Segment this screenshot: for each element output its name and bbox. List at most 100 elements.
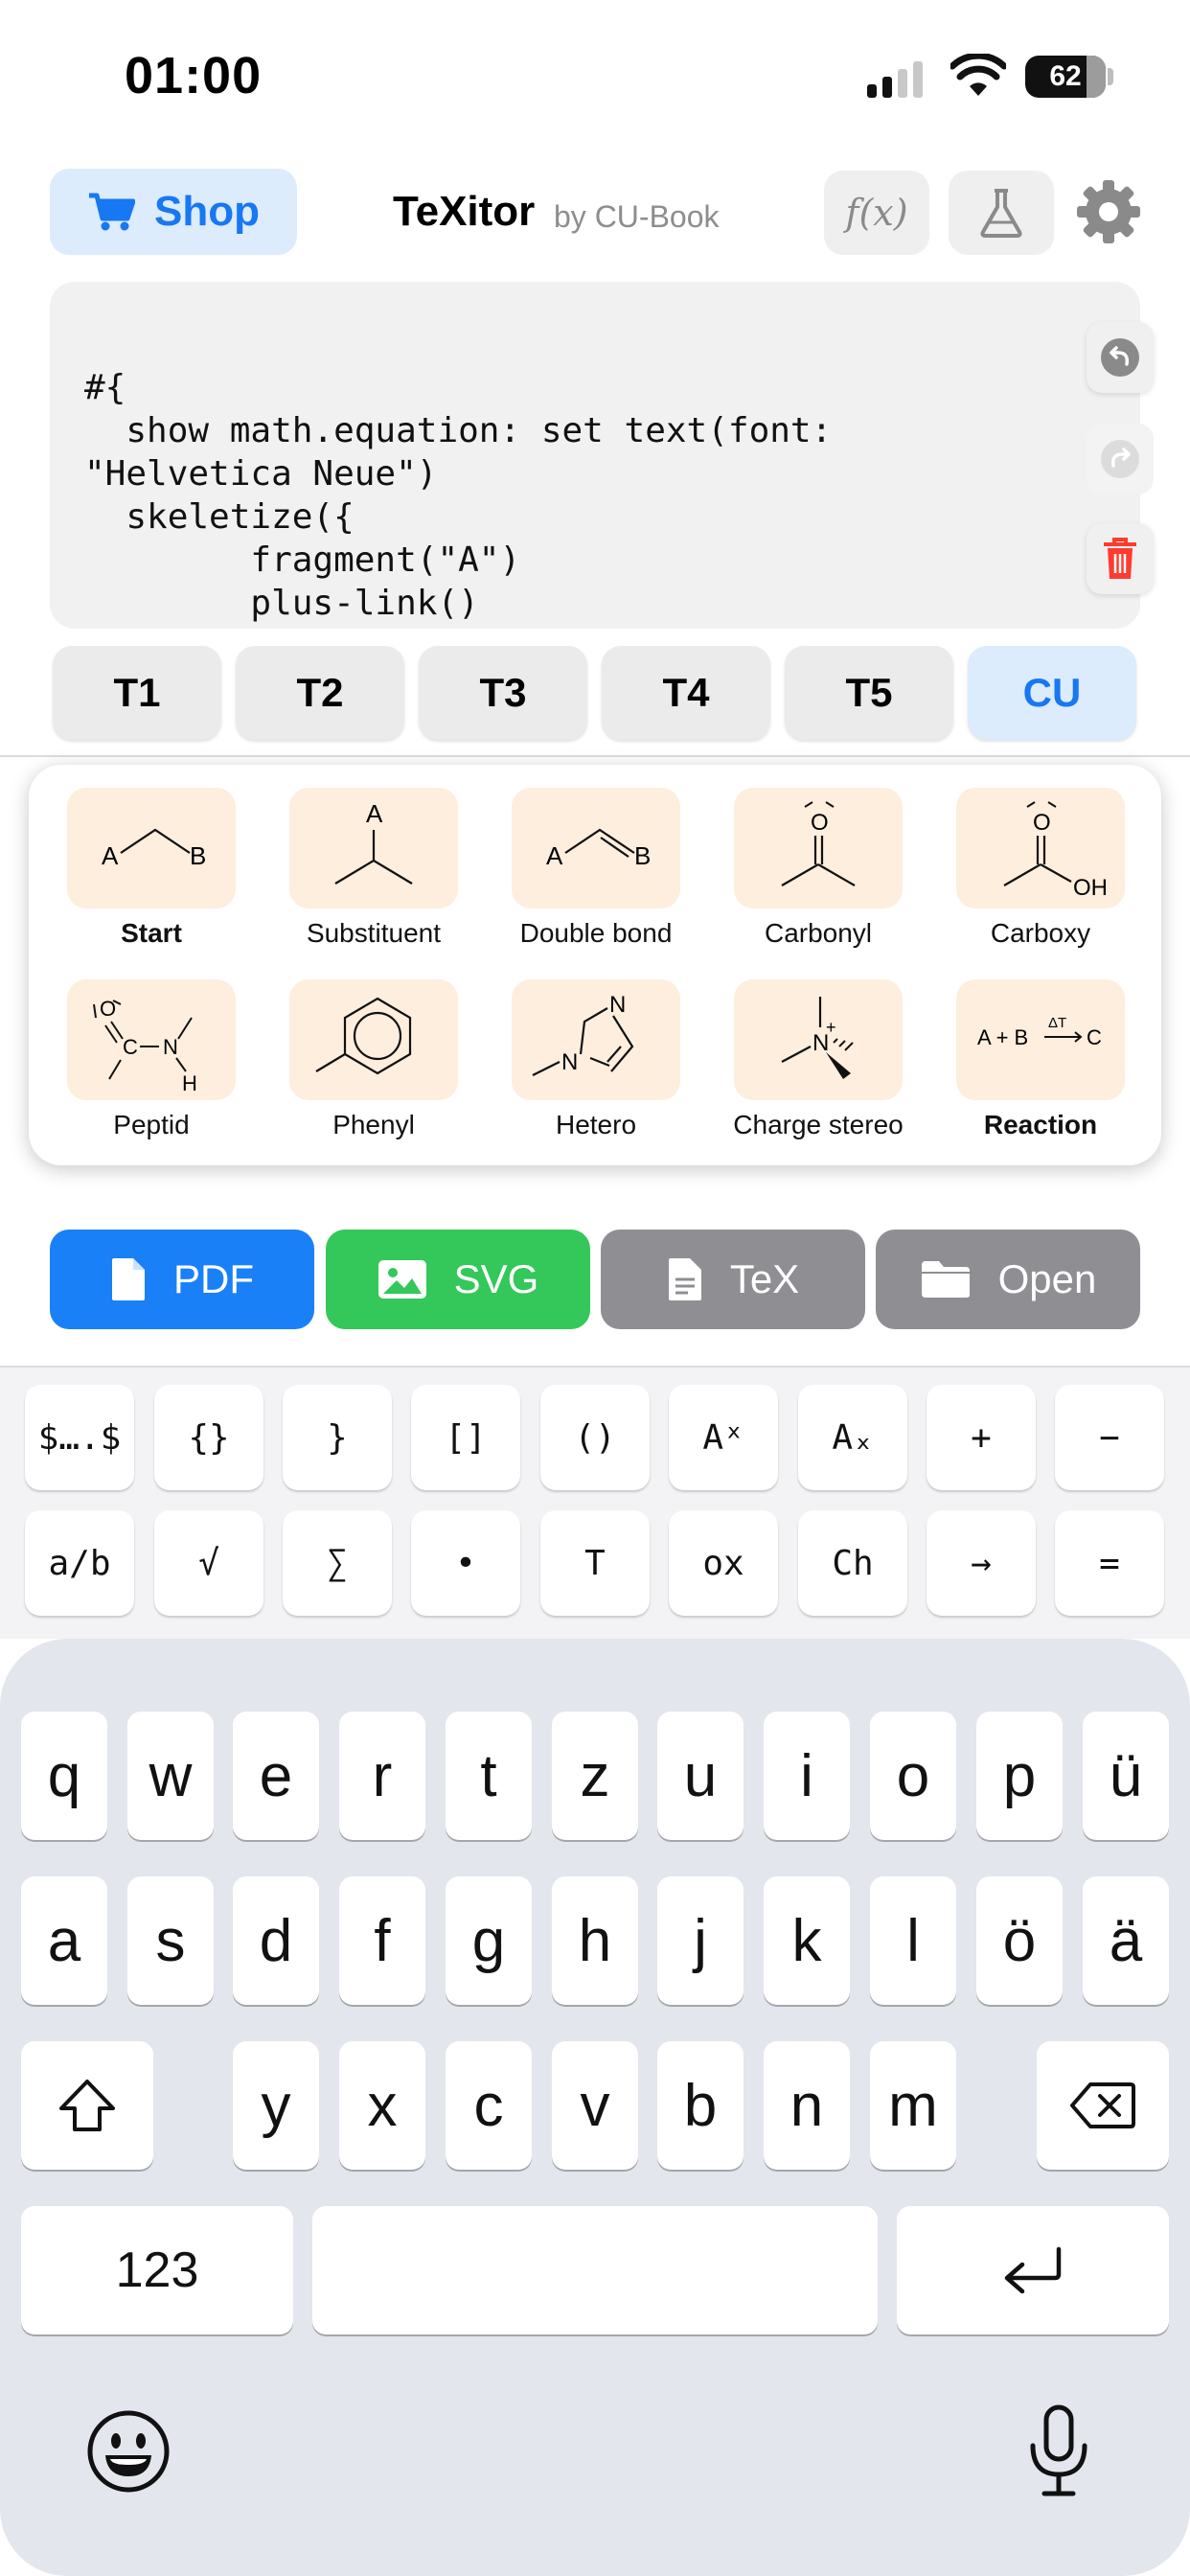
export-svg-button[interactable]: SVG <box>326 1230 590 1329</box>
carbonyl-icon: O <box>781 801 856 886</box>
delete-key[interactable] <box>1037 2041 1169 2170</box>
key-u-umlaut[interactable]: ü <box>1083 1712 1169 1840</box>
symbol-key[interactable]: Ch <box>798 1510 907 1616</box>
svg-text:C: C <box>123 1035 138 1059</box>
key-p[interactable]: p <box>976 1712 1063 1840</box>
symbol-key[interactable]: ∑ <box>283 1510 392 1616</box>
symbol-key[interactable]: • <box>411 1510 520 1616</box>
snippet-popup: A B Start A Substituent A B Double bond … <box>29 765 1161 1165</box>
snippet-charge-stereo[interactable]: N + <box>734 979 903 1100</box>
app-subtitle: by CU-Book <box>554 199 720 234</box>
key-s[interactable]: s <box>127 1876 214 2005</box>
tab-cu[interactable]: CU <box>968 646 1136 740</box>
snippet-hetero[interactable]: N N <box>512 979 680 1100</box>
symbol-key[interactable]: √ <box>154 1510 263 1616</box>
return-icon <box>1004 2246 1062 2294</box>
snippet-carboxy[interactable]: O OH <box>956 788 1125 908</box>
tab-t4[interactable]: T4 <box>602 646 770 740</box>
tab-t5[interactable]: T5 <box>785 646 953 740</box>
imidazole-icon: N N <box>532 992 634 1076</box>
code-text[interactable]: #{ show math.equation: set text(font: "He… <box>84 366 832 625</box>
symbol-key[interactable]: T <box>540 1510 650 1616</box>
snippet-carbonyl[interactable]: O <box>734 788 903 908</box>
redo-button[interactable] <box>1087 424 1154 494</box>
undo-icon <box>1101 338 1139 377</box>
open-button[interactable]: Open <box>876 1230 1140 1329</box>
key-q[interactable]: q <box>21 1712 107 1840</box>
svg-text:B: B <box>634 841 651 870</box>
snippet-label: Hetero <box>555 1110 637 1139</box>
symbol-key[interactable]: $….$ <box>25 1385 134 1490</box>
symbol-key[interactable]: → <box>927 1510 1036 1616</box>
key-o[interactable]: o <box>870 1712 956 1840</box>
lab-flask-button[interactable] <box>949 171 1054 255</box>
return-key[interactable] <box>897 2206 1169 2334</box>
export-pdf-label: PDF <box>173 1256 254 1301</box>
snippet-label: Double bond <box>519 918 673 948</box>
key-u[interactable]: u <box>657 1712 744 1840</box>
symbol-key[interactable]: } <box>283 1385 392 1490</box>
key-a[interactable]: a <box>21 1876 107 2005</box>
key-o-umlaut[interactable]: ö <box>976 1876 1063 2005</box>
key-d[interactable]: d <box>233 1876 319 2005</box>
tab-t2[interactable]: T2 <box>236 646 404 740</box>
code-editor[interactable]: #{ show math.equation: set text(font: "He… <box>50 282 1140 629</box>
key-n[interactable]: n <box>764 2041 850 2170</box>
key-k[interactable]: k <box>764 1876 850 2005</box>
key-g[interactable]: g <box>446 1876 532 2005</box>
tab-t1[interactable]: T1 <box>53 646 221 740</box>
symbol-key[interactable]: {} <box>154 1385 263 1490</box>
open-label: Open <box>997 1256 1097 1301</box>
key-r[interactable]: r <box>339 1712 425 1840</box>
snippet-label: Carbonyl <box>764 918 873 948</box>
symbol-key[interactable]: − <box>1055 1385 1164 1490</box>
microphone-icon[interactable] <box>1025 2404 1092 2499</box>
export-tex-button[interactable]: TeX <box>601 1230 865 1329</box>
emoji-icon[interactable] <box>86 2409 171 2494</box>
key-j[interactable]: j <box>657 1876 744 2005</box>
key-x[interactable]: x <box>339 2041 425 2170</box>
key-m[interactable]: m <box>870 2041 956 2170</box>
space-bar[interactable] <box>312 2206 878 2334</box>
settings-gear-icon[interactable] <box>1075 178 1142 245</box>
snippet-phenyl[interactable] <box>289 979 458 1100</box>
key-h[interactable]: h <box>552 1876 638 2005</box>
snippet-substituent[interactable]: A <box>289 788 458 908</box>
key-f[interactable]: f <box>339 1876 425 2005</box>
snippet-peptide[interactable]: O C N H <box>67 979 236 1100</box>
reaction-arrow-icon: A + B ΔT C <box>977 1015 1102 1049</box>
key-e[interactable]: e <box>233 1712 319 1840</box>
delete-button[interactable] <box>1087 523 1154 594</box>
symbol-key[interactable]: a/b <box>25 1510 134 1616</box>
key-y[interactable]: y <box>233 2041 319 2170</box>
symbol-key[interactable]: = <box>1055 1510 1164 1616</box>
shop-button[interactable]: Shop <box>50 169 297 255</box>
key-w[interactable]: w <box>127 1712 214 1840</box>
symbol-key[interactable]: () <box>540 1385 650 1490</box>
snippet-double-bond[interactable]: A B <box>512 788 680 908</box>
export-pdf-button[interactable]: PDF <box>50 1230 314 1329</box>
snippet-reaction[interactable]: A + B ΔT C <box>956 979 1125 1100</box>
shift-key[interactable] <box>21 2041 153 2170</box>
code-line: "Helvetica Neue") <box>84 454 438 494</box>
symbol-key[interactable]: + <box>927 1385 1036 1490</box>
undo-button[interactable] <box>1087 322 1154 393</box>
symbol-key[interactable]: [] <box>411 1385 520 1490</box>
symbol-key[interactable]: Aₓ <box>798 1385 907 1490</box>
symbol-key[interactable]: ox <box>669 1510 778 1616</box>
code-line: #{ <box>84 368 126 407</box>
numbers-key[interactable]: 123 <box>21 2206 293 2334</box>
key-b[interactable]: b <box>657 2041 744 2170</box>
key-l[interactable]: l <box>870 1876 956 2005</box>
snippet-start[interactable]: A B <box>67 788 236 908</box>
key-z[interactable]: z <box>552 1712 638 1840</box>
key-a-umlaut[interactable]: ä <box>1083 1876 1169 2005</box>
symbol-key[interactable]: Aˣ <box>669 1385 778 1490</box>
key-c[interactable]: c <box>446 2041 532 2170</box>
tab-t3[interactable]: T3 <box>419 646 587 740</box>
key-t[interactable]: t <box>446 1712 532 1840</box>
export-tex-label: TeX <box>729 1256 800 1301</box>
key-v[interactable]: v <box>552 2041 638 2170</box>
key-i[interactable]: i <box>764 1712 850 1840</box>
function-button[interactable]: f(x) <box>824 171 929 255</box>
